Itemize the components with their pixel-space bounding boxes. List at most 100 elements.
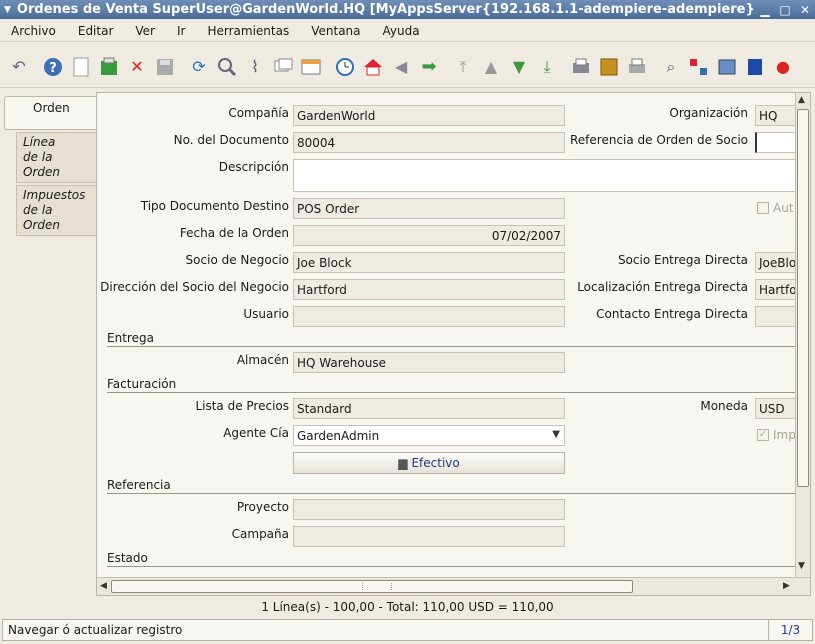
section-entrega[interactable]: Entrega xyxy=(107,331,795,347)
exit-icon[interactable]: ● xyxy=(772,56,794,78)
refresh-icon[interactable]: ⟳ xyxy=(188,56,210,78)
scroll-right-icon[interactable]: ▶ xyxy=(783,581,790,591)
requests-icon[interactable] xyxy=(716,56,738,78)
delete-icon[interactable]: ✕ xyxy=(126,56,148,78)
doctype-field[interactable]: POS Order xyxy=(293,198,565,219)
currency-label: Moneda xyxy=(700,399,748,413)
zoom-across-icon[interactable]: ⌕ xyxy=(660,56,682,78)
payment-rule-button[interactable]: ▆ Efectivo xyxy=(293,452,565,474)
save-icon[interactable] xyxy=(154,56,176,78)
close-icon[interactable]: ✕ xyxy=(795,3,815,17)
menu-ventana[interactable]: Ventana xyxy=(300,24,371,38)
dropship-loc-label: Localización Entrega Directa xyxy=(577,280,748,294)
form-area: Compañía GardenWorld Organización HQ No.… xyxy=(97,93,795,577)
pricelist-field[interactable]: Standard xyxy=(293,398,565,419)
horizontal-scroll-thumb[interactable] xyxy=(111,580,633,593)
grid-toggle-icon[interactable] xyxy=(300,56,322,78)
history-icon[interactable] xyxy=(334,56,356,78)
scroll-left-icon[interactable]: ◀ xyxy=(100,581,107,591)
doctype-label: Tipo Documento Destino xyxy=(140,199,289,213)
taxinc-checkbox[interactable]: ✓ xyxy=(757,429,769,441)
dropship-bp-label: Socio Entrega Directa xyxy=(617,253,748,267)
dropship-bp-field[interactable]: JoeBlo xyxy=(755,252,795,273)
last-icon[interactable]: ⤓ xyxy=(536,56,558,78)
bporderref-field[interactable] xyxy=(755,132,795,153)
taxinc-label: Imp xyxy=(773,428,795,442)
detail-icon[interactable]: ▼ xyxy=(508,56,530,78)
salesrep-label: Agente Cía xyxy=(223,426,289,440)
record-navigation-indicator[interactable]: 1/3 xyxy=(768,620,812,640)
menu-herramientas[interactable]: Herramientas xyxy=(196,24,300,38)
menu-editar[interactable]: Editar xyxy=(67,24,125,38)
tab-label: Impuestos xyxy=(23,188,86,202)
warehouse-field[interactable]: HQ Warehouse xyxy=(293,352,565,373)
status-message: Navegar ó actualizar registro xyxy=(8,623,183,637)
horizontal-scrollbar[interactable]: ◀ ▶ xyxy=(97,577,810,595)
menu-ayuda[interactable]: Ayuda xyxy=(372,24,431,38)
scroll-down-icon[interactable]: ▼ xyxy=(798,561,805,571)
dateordered-field[interactable]: 07/02/2007 xyxy=(293,225,565,246)
status-bar: Navegar ó actualizar registro 1/3 xyxy=(2,619,813,641)
project-field[interactable] xyxy=(293,499,565,520)
record-summary: 1 Línea(s) - 100,00 - Total: 110,00 USD … xyxy=(261,600,554,614)
tab-orden[interactable]: Orden xyxy=(4,96,96,130)
section-facturacion[interactable]: Facturación xyxy=(107,377,795,393)
payment-rule-label: Efectivo xyxy=(411,456,460,470)
description-field[interactable] xyxy=(293,159,795,192)
help-icon[interactable]: ? xyxy=(42,56,64,78)
scroll-up-icon[interactable]: ▲ xyxy=(798,95,805,105)
attachment-icon[interactable]: ⌇ xyxy=(244,56,266,78)
tab-impuestos-orden[interactable]: Impuestos de la Orden xyxy=(16,185,96,236)
parent-icon[interactable]: ▲ xyxy=(480,56,502,78)
tab-strip: Orden Línea de la Orden Impuestos de la … xyxy=(4,96,96,236)
chevron-down-icon[interactable]: ▼ xyxy=(552,429,560,440)
window-menu-icon[interactable]: ▼ xyxy=(4,5,11,15)
menu-ver[interactable]: Ver xyxy=(124,24,166,38)
campaign-label: Campaña xyxy=(231,527,289,541)
report-icon[interactable] xyxy=(570,56,592,78)
section-referencia[interactable]: Referencia xyxy=(107,478,795,494)
home-icon[interactable] xyxy=(362,56,384,78)
minimize-icon[interactable]: ▁ xyxy=(755,3,775,17)
vertical-scroll-thumb[interactable] xyxy=(797,109,809,487)
next-icon[interactable]: ➡ xyxy=(418,56,440,78)
chat-icon[interactable] xyxy=(272,56,294,78)
tab-label: Línea xyxy=(23,135,56,149)
workflow-icon[interactable] xyxy=(688,56,710,78)
org-label: Organización xyxy=(669,106,748,120)
product-info-icon[interactable] xyxy=(744,56,766,78)
company-field[interactable]: GardenWorld xyxy=(293,105,565,126)
archive-icon[interactable] xyxy=(598,56,620,78)
vertical-scrollbar[interactable]: ▲ ▼ xyxy=(795,93,810,577)
scroll-grip-icon xyxy=(362,583,392,590)
record-panel: Compañía GardenWorld Organización HQ No.… xyxy=(96,92,811,596)
user-field[interactable] xyxy=(293,306,565,327)
bpartner-label: Socio de Negocio xyxy=(185,253,289,267)
dateordered-label: Fecha de la Orden xyxy=(179,226,289,240)
pricelist-label: Lista de Precios xyxy=(195,399,289,413)
auto-checkbox[interactable] xyxy=(757,202,769,214)
print-icon[interactable] xyxy=(626,56,648,78)
project-label: Proyecto xyxy=(236,500,289,514)
toolbar: ↶ ? ✕ ⟳ ⌇ ◀ ➡ ⤒ ▲ ▼ ⤓ ⌕ ● xyxy=(0,46,815,88)
tab-linea-orden[interactable]: Línea de la Orden xyxy=(16,132,96,183)
copy-icon[interactable] xyxy=(98,56,120,78)
currency-field[interactable]: USD xyxy=(755,398,795,419)
menu-ir[interactable]: Ir xyxy=(166,24,196,38)
dropship-loc-field[interactable]: Hartfo xyxy=(755,279,795,300)
maximize-icon[interactable]: □ xyxy=(775,3,795,17)
section-estado[interactable]: Estado xyxy=(107,551,795,567)
bplocation-field[interactable]: Hartford xyxy=(293,279,565,300)
docno-field[interactable]: 80004 xyxy=(293,132,565,153)
find-icon[interactable] xyxy=(216,56,238,78)
org-field[interactable]: HQ xyxy=(755,105,795,126)
new-icon[interactable] xyxy=(70,56,92,78)
bpartner-field[interactable]: Joe Block xyxy=(293,252,565,273)
dropship-contact-field[interactable] xyxy=(755,306,795,327)
previous-icon[interactable]: ◀ xyxy=(390,56,412,78)
menu-archivo[interactable]: Archivo xyxy=(0,24,67,38)
campaign-field[interactable] xyxy=(293,526,565,547)
undo-icon[interactable]: ↶ xyxy=(8,56,30,78)
first-icon[interactable]: ⤒ xyxy=(452,56,474,78)
salesrep-select[interactable]: GardenAdmin ▼ xyxy=(293,425,565,446)
